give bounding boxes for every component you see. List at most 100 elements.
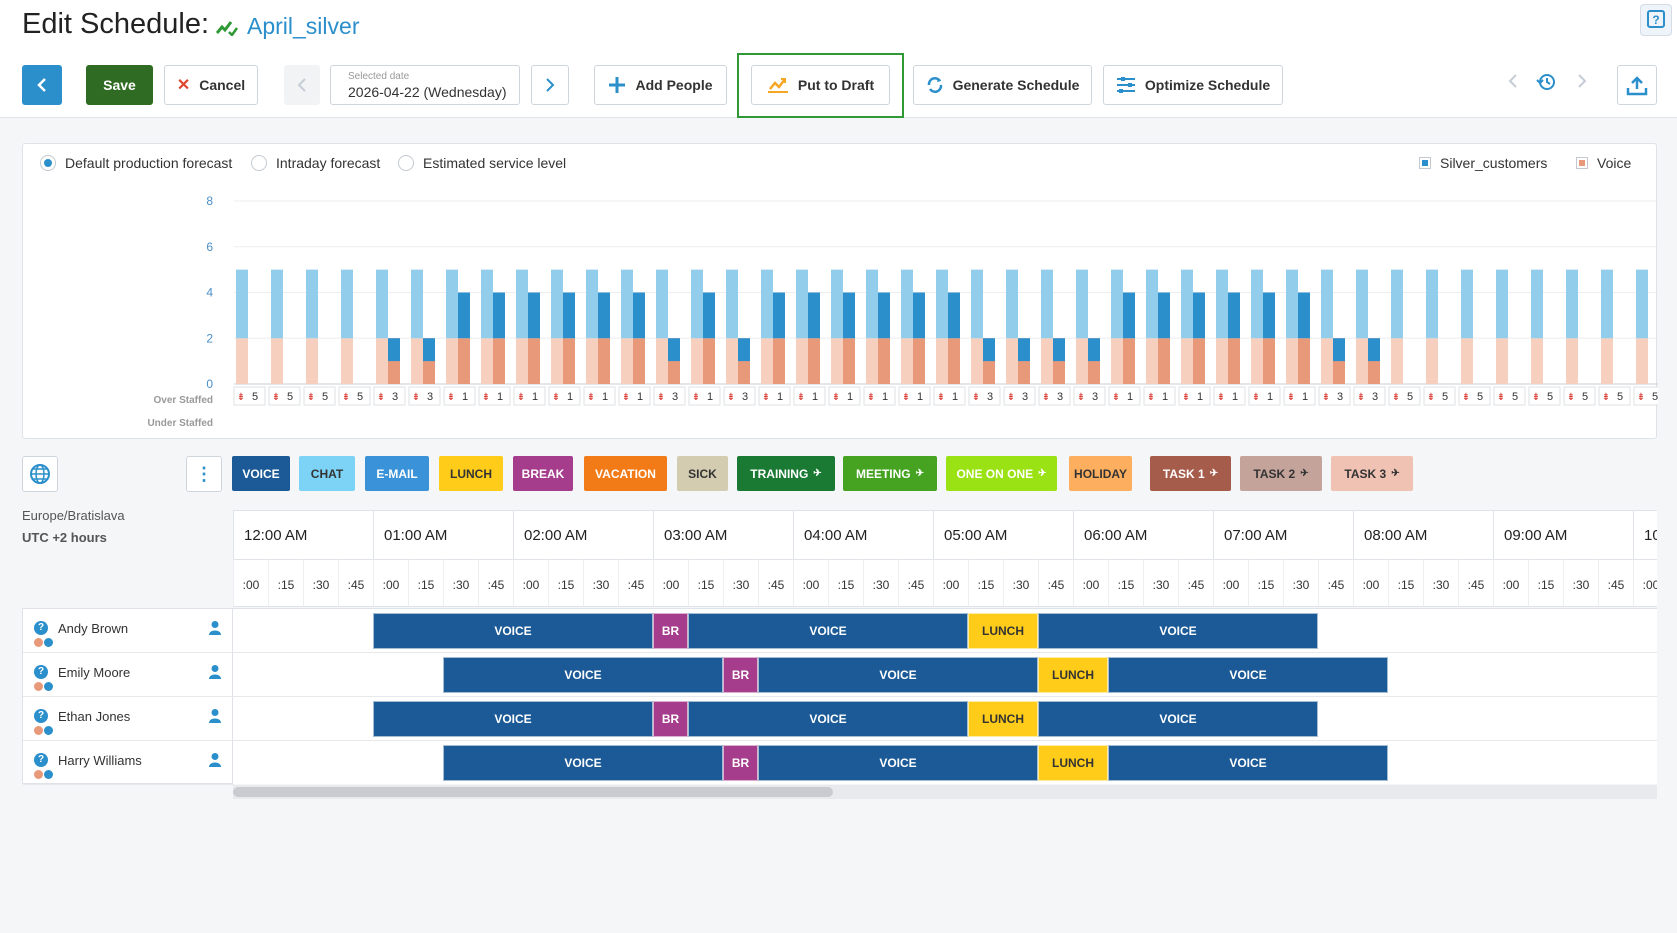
shift-segment-voice[interactable]: VOICE xyxy=(758,745,1038,781)
shift-segment-voice[interactable]: VOICE xyxy=(1038,613,1318,649)
person-row[interactable]: ? Harry Williams xyxy=(23,741,234,785)
under-staffed-value: 5 xyxy=(287,391,293,403)
date-picker[interactable]: Selected date 2026-04-22 (Wednesday) xyxy=(330,65,520,105)
shift-segment-voice[interactable]: VOICE xyxy=(688,613,968,649)
add-people-button[interactable]: Add People xyxy=(594,65,727,105)
forecast-bar-voice xyxy=(1111,338,1123,384)
shift-segment-voice[interactable]: VOICE xyxy=(373,701,653,737)
person-icon[interactable] xyxy=(208,620,222,636)
schedule-row: VOICE BR VOICE LUNCH VOICE xyxy=(233,653,1657,697)
question-icon[interactable]: ? xyxy=(34,709,48,723)
shift-segment-voice[interactable]: VOICE xyxy=(443,657,723,693)
close-icon: ✕ xyxy=(176,77,191,94)
question-icon[interactable]: ? xyxy=(34,753,48,767)
activity-chip-voice[interactable]: VOICE xyxy=(232,456,290,491)
shift-segment-voice[interactable]: VOICE xyxy=(1038,701,1318,737)
shift-segment-voice[interactable]: VOICE xyxy=(688,701,968,737)
activity-chip-label: E-MAIL xyxy=(376,466,418,481)
timezone-button[interactable] xyxy=(22,456,58,492)
activity-chip-label: TASK 1 xyxy=(1162,466,1205,481)
next-date-button[interactable] xyxy=(531,65,569,105)
status-dot xyxy=(34,682,43,691)
activity-chip-task-3[interactable]: TASK 3 ✈ xyxy=(1331,456,1413,491)
activity-chip-break[interactable]: BREAK xyxy=(513,456,573,491)
forecast-bar-voice xyxy=(1251,338,1263,384)
timezone-region: Europe/Bratislava xyxy=(22,508,125,523)
activity-chip-holiday[interactable]: HOLIDAY xyxy=(1069,456,1132,491)
forecast-bar-voice xyxy=(551,338,563,384)
status-dot xyxy=(34,638,43,647)
forecast-bar-silver xyxy=(691,269,703,339)
shift-segment-voice[interactable]: VOICE xyxy=(758,657,1038,693)
optimize-schedule-button[interactable]: Optimize Schedule xyxy=(1103,65,1283,105)
question-icon[interactable]: ? xyxy=(34,665,48,679)
shift-segment-lunch[interactable]: LUNCH xyxy=(968,613,1038,649)
y-tick-label: 8 xyxy=(206,194,213,208)
globe-icon xyxy=(30,464,50,484)
shift-segment-lunch[interactable]: LUNCH xyxy=(968,701,1038,737)
under-staffed-value: 1 xyxy=(1267,391,1273,403)
person-row[interactable]: ? Andy Brown xyxy=(23,609,234,653)
down-arrow-icon: ⇟ xyxy=(797,392,805,403)
help-button[interactable]: ? xyxy=(1640,4,1672,36)
export-button[interactable] xyxy=(1617,65,1657,105)
shift-segment-break[interactable]: BR xyxy=(723,657,758,693)
shift-segment-voice[interactable]: VOICE xyxy=(373,613,653,649)
person-row[interactable]: ? Emily Moore xyxy=(23,653,234,697)
scheduled-bar-silver xyxy=(423,338,435,362)
activity-chip-meeting[interactable]: MEETING ✈ xyxy=(843,456,937,491)
shift-segment-break[interactable]: BR xyxy=(723,745,758,781)
history-button[interactable] xyxy=(1536,72,1556,98)
schedule-name[interactable]: April_silver xyxy=(216,13,359,40)
activity-chip-lunch[interactable]: LUNCH xyxy=(439,456,503,491)
horizontal-scrollbar[interactable] xyxy=(233,785,1657,799)
shift-segment-voice[interactable]: VOICE xyxy=(1108,657,1388,693)
generate-schedule-button[interactable]: Generate Schedule xyxy=(913,65,1092,105)
shift-segment-lunch[interactable]: LUNCH xyxy=(1038,657,1108,693)
scrollbar-thumb[interactable] xyxy=(233,787,833,797)
under-staffed-value: 1 xyxy=(1197,391,1203,403)
scheduled-bar-voice xyxy=(703,338,715,384)
redo-button[interactable] xyxy=(1577,72,1587,95)
activity-chip-e-mail[interactable]: E-MAIL xyxy=(365,456,429,491)
activity-chip-chat[interactable]: CHAT xyxy=(299,456,355,491)
forecast-bar-voice xyxy=(1041,338,1053,384)
cancel-button[interactable]: ✕ Cancel xyxy=(164,65,258,105)
forecast-bar-voice xyxy=(971,338,983,384)
under-staffed-label: Under Staffed xyxy=(147,418,213,429)
more-options-button[interactable]: ⋮ xyxy=(186,456,222,492)
activity-chip-training[interactable]: TRAINING ✈ xyxy=(737,456,835,491)
person-icon[interactable] xyxy=(208,752,222,768)
shift-segment-voice[interactable]: VOICE xyxy=(1108,745,1388,781)
person-icon[interactable] xyxy=(208,664,222,680)
person-row[interactable]: ? Ethan Jones xyxy=(23,697,234,741)
pin-icon: ✈ xyxy=(915,468,925,479)
quarter-header: :00 xyxy=(1073,559,1108,606)
shift-segment-break[interactable]: BR xyxy=(653,613,688,649)
person-icon[interactable] xyxy=(208,708,222,724)
under-staffed-value: 5 xyxy=(1652,391,1658,403)
forecast-bar-silver xyxy=(1111,269,1123,339)
under-staffed-value: 1 xyxy=(777,391,783,403)
shift-segment-break[interactable]: BR xyxy=(653,701,688,737)
under-staffed-value: 5 xyxy=(252,391,258,403)
shift-segment-lunch[interactable]: LUNCH xyxy=(1038,745,1108,781)
activity-chip-vacation[interactable]: VACATION xyxy=(584,456,667,491)
activity-chip-task-2[interactable]: TASK 2 ✈ xyxy=(1240,456,1322,491)
save-button[interactable]: Save xyxy=(86,65,153,105)
down-arrow-icon: ⇟ xyxy=(867,392,875,403)
quarter-header: :45 xyxy=(1178,559,1213,606)
activity-chip-one-on-one[interactable]: ONE ON ONE ✈ xyxy=(946,456,1057,491)
back-button[interactable] xyxy=(22,65,62,105)
quarter-header: :30 xyxy=(1143,559,1178,606)
down-arrow-icon: ⇟ xyxy=(1567,392,1575,403)
shift-segment-voice[interactable]: VOICE xyxy=(443,745,723,781)
activity-chip-sick[interactable]: SICK xyxy=(677,456,728,491)
previous-date-button[interactable] xyxy=(284,65,320,105)
activity-chip-task-1[interactable]: TASK 1 ✈ xyxy=(1150,456,1231,491)
put-to-draft-button[interactable]: Put to Draft xyxy=(751,65,890,105)
scheduled-bar-silver xyxy=(528,292,540,339)
quarter-header: :15 xyxy=(1528,559,1563,606)
undo-button[interactable] xyxy=(1508,72,1518,95)
question-icon[interactable]: ? xyxy=(34,621,48,635)
